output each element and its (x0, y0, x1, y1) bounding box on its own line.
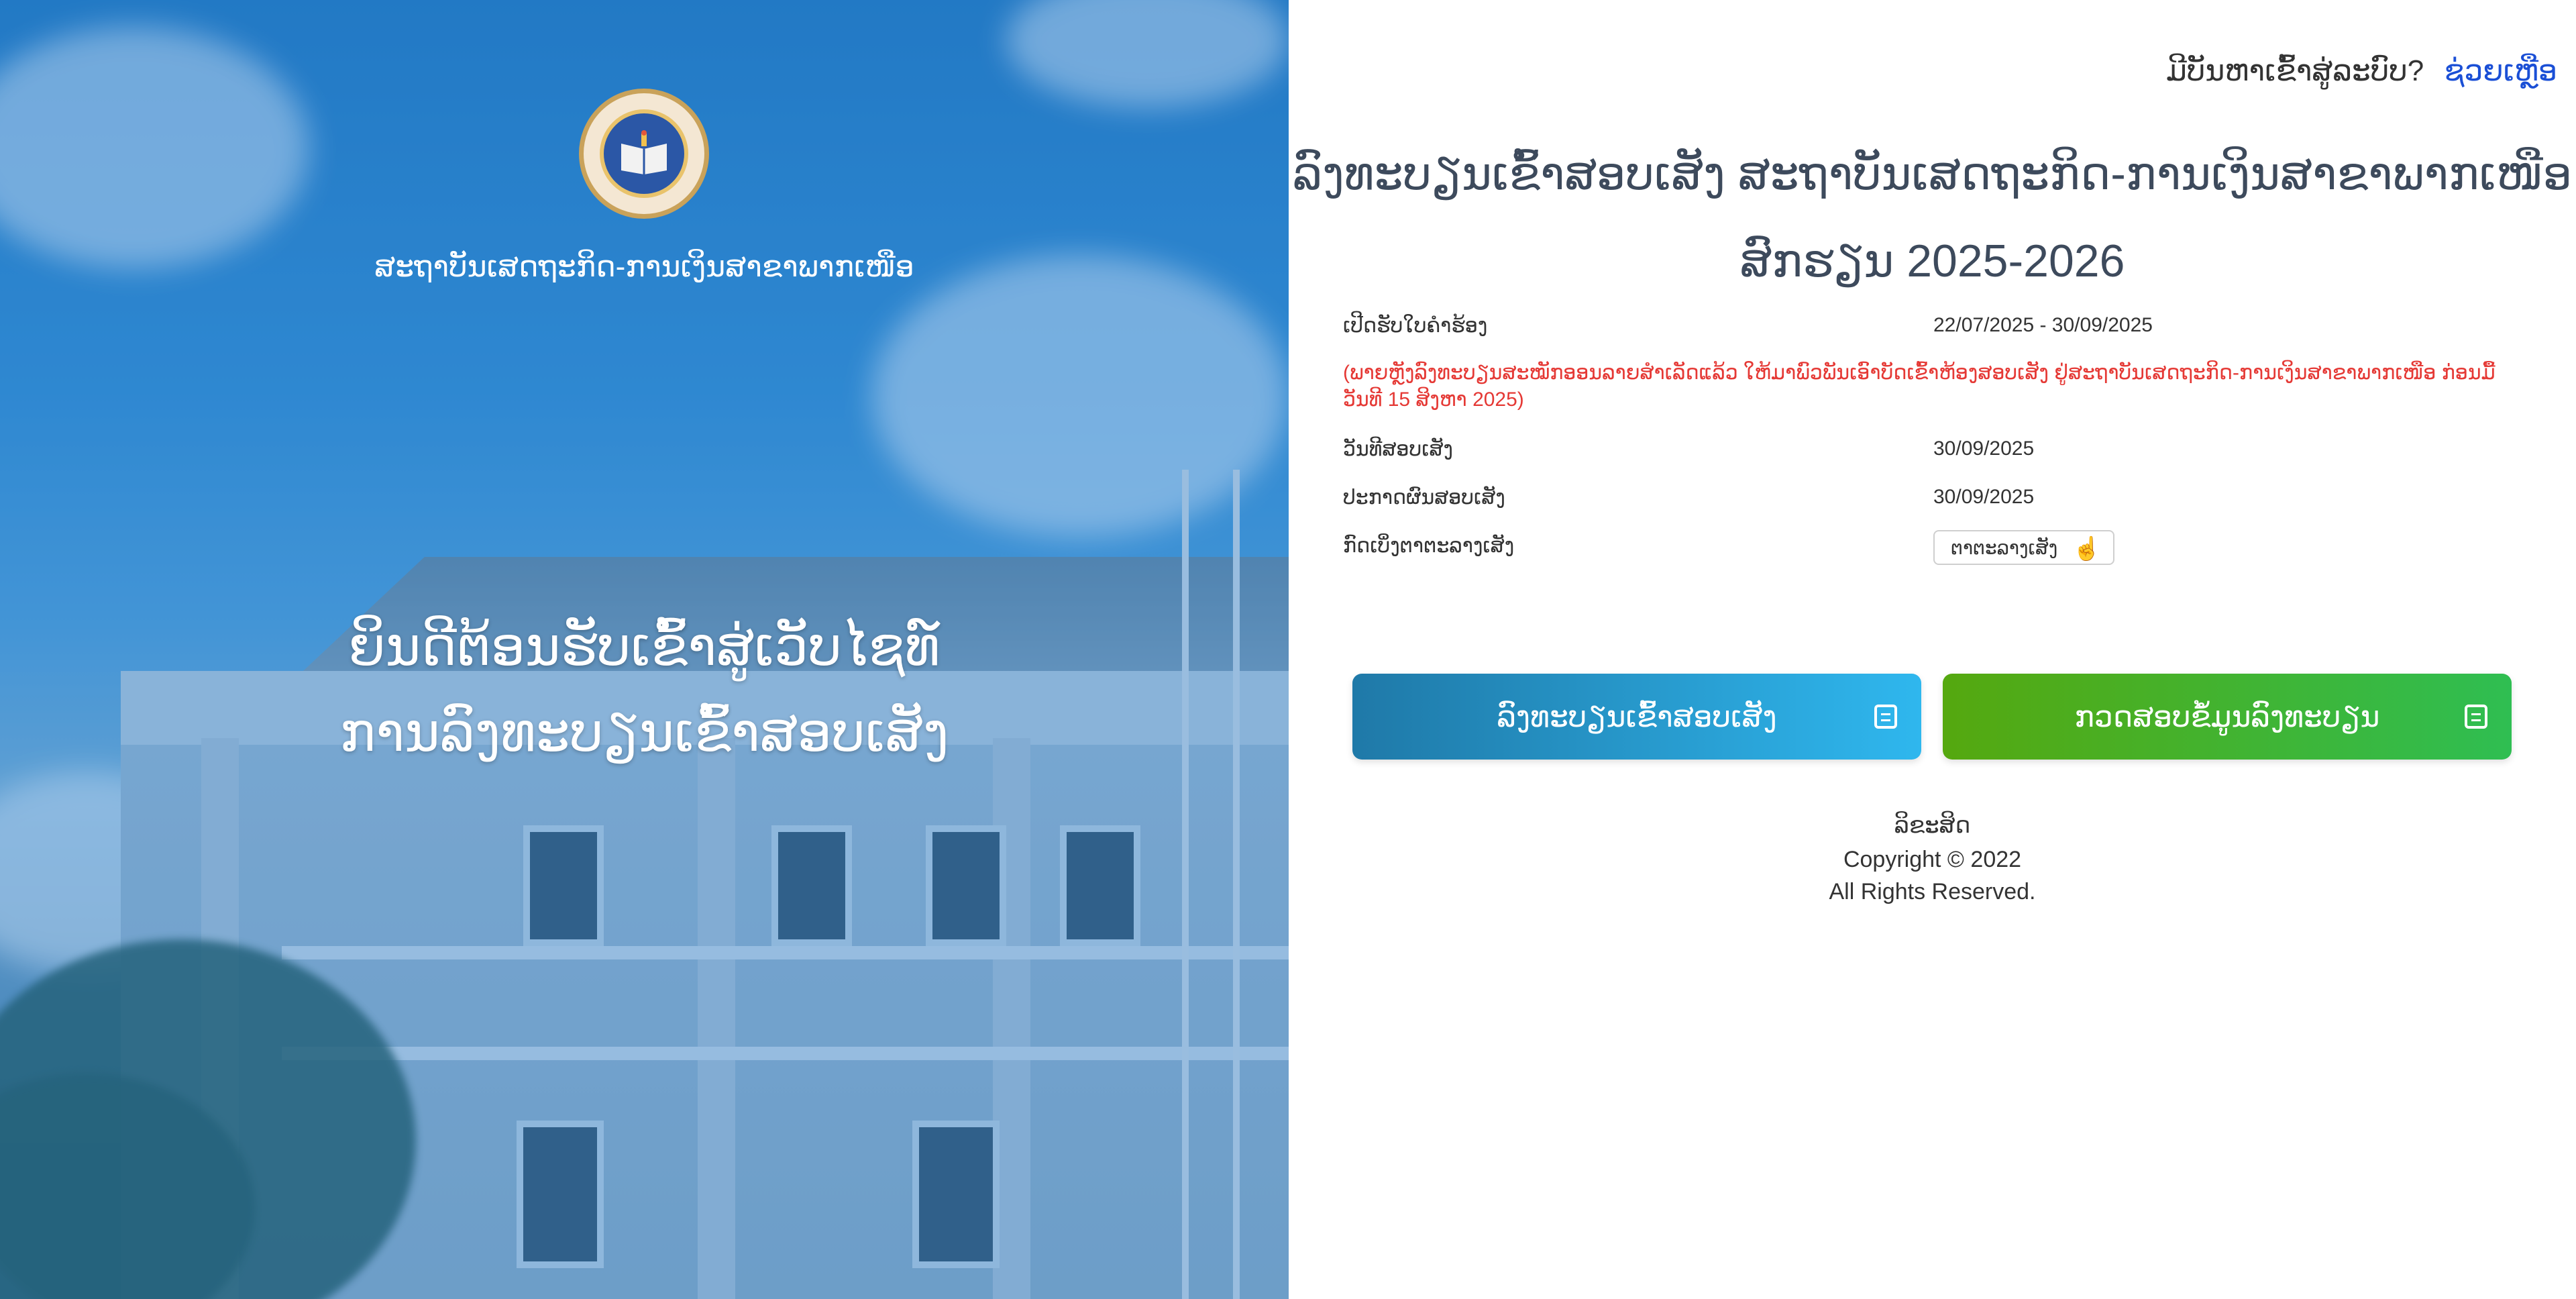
registration-notice: (ພາຍຫຼັງລົງທະບຽນສະໝັກອອນລາຍສຳເລັດແລ້ວ ໃຫ… (1343, 362, 2496, 411)
schedule-label: ກົດເບິ່ງຕາຕະລາງເສັງ (1343, 535, 1515, 557)
check-button-label: ກວດສອບຂໍ້ມູນລົງທະບຽນ (2074, 700, 2380, 733)
pointer-hand-icon: ☝ (2072, 536, 2101, 562)
schedule-button-label: ຕາຕະລາງເສັງ (1951, 537, 2058, 558)
hero-panel: ສະຖາບັນເສດຖະກິດ-ການເງິນສາຂາພາກເໜືອ ຍິນດີ… (0, 0, 1289, 1299)
institute-seal-icon (600, 109, 688, 198)
rights-reserved: All Rights Reserved. (1829, 879, 2036, 904)
welcome-line-1: ຍິນດີຕ້ອນຮັບເຂົ້າສູ່ເວັບໄຊທ໌ (348, 617, 941, 676)
exam-date-label: ວັນທີສອບເສັງ (1343, 438, 1454, 460)
form-icon (1874, 705, 1897, 729)
copyright-label: ລິຂະສິດ (1894, 813, 1971, 838)
edit-icon (2465, 705, 2487, 729)
check-registration-button[interactable]: ກວດສອບຂໍ້ມູນລົງທະບຽນ (1943, 674, 2512, 760)
application-period: 22/07/2025 - 30/09/2025 (1933, 314, 2153, 336)
result-label: ປະກາດຜົນສອບເສັງ (1343, 486, 1505, 509)
institute-name: ສະຖາບັນເສດຖະກິດ-ການເງິນສາຂາພາກເໜືອ (374, 250, 914, 283)
schedule-button[interactable]: ຕາຕະລາງເສັງ ☝ (1933, 530, 2114, 565)
welcome-line-2: ການລົງທະບຽນເຂົ້າສອບເສັງ (339, 703, 949, 762)
result-date: 30/09/2025 (1933, 486, 2035, 508)
welcome-title: ຍິນດີຕ້ອນຮັບເຂົ້າສູ່ເວັບໄຊທ໌ ການລົງທະບຽນ… (0, 604, 1289, 776)
register-button-label: ລົງທະບຽນເຂົ້າສອບເສັງ (1497, 700, 1777, 733)
institute-logo (579, 89, 709, 219)
help-bar: ມີບັນຫາເຂົ້າສູ່ລະບົບ? ຊ່ວຍເຫຼືອ (2166, 54, 2557, 88)
help-question: ມີບັນຫາເຂົ້າສູ່ລະບົບ? (2166, 54, 2424, 87)
book-icon (621, 130, 667, 174)
application-label: ເປີດຮັບໃບຄຳຮ້ອງ (1343, 315, 1488, 337)
exam-date: 30/09/2025 (1933, 437, 2035, 460)
page-title: ລົງທະບຽນເຂົ້າສອບເສັງ ສະຖາບັນເສດຖະກິດ-ການ… (1292, 148, 2573, 199)
help-link[interactable]: ຊ່ວຍເຫຼືອ (2444, 54, 2557, 87)
copyright-year: Copyright © 2022 (1843, 847, 2022, 872)
academic-year: ສົກຮຽນ 2025-2026 (1739, 236, 2125, 287)
register-button[interactable]: ລົງທະບຽນເຂົ້າສອບເສັງ (1352, 674, 1921, 760)
